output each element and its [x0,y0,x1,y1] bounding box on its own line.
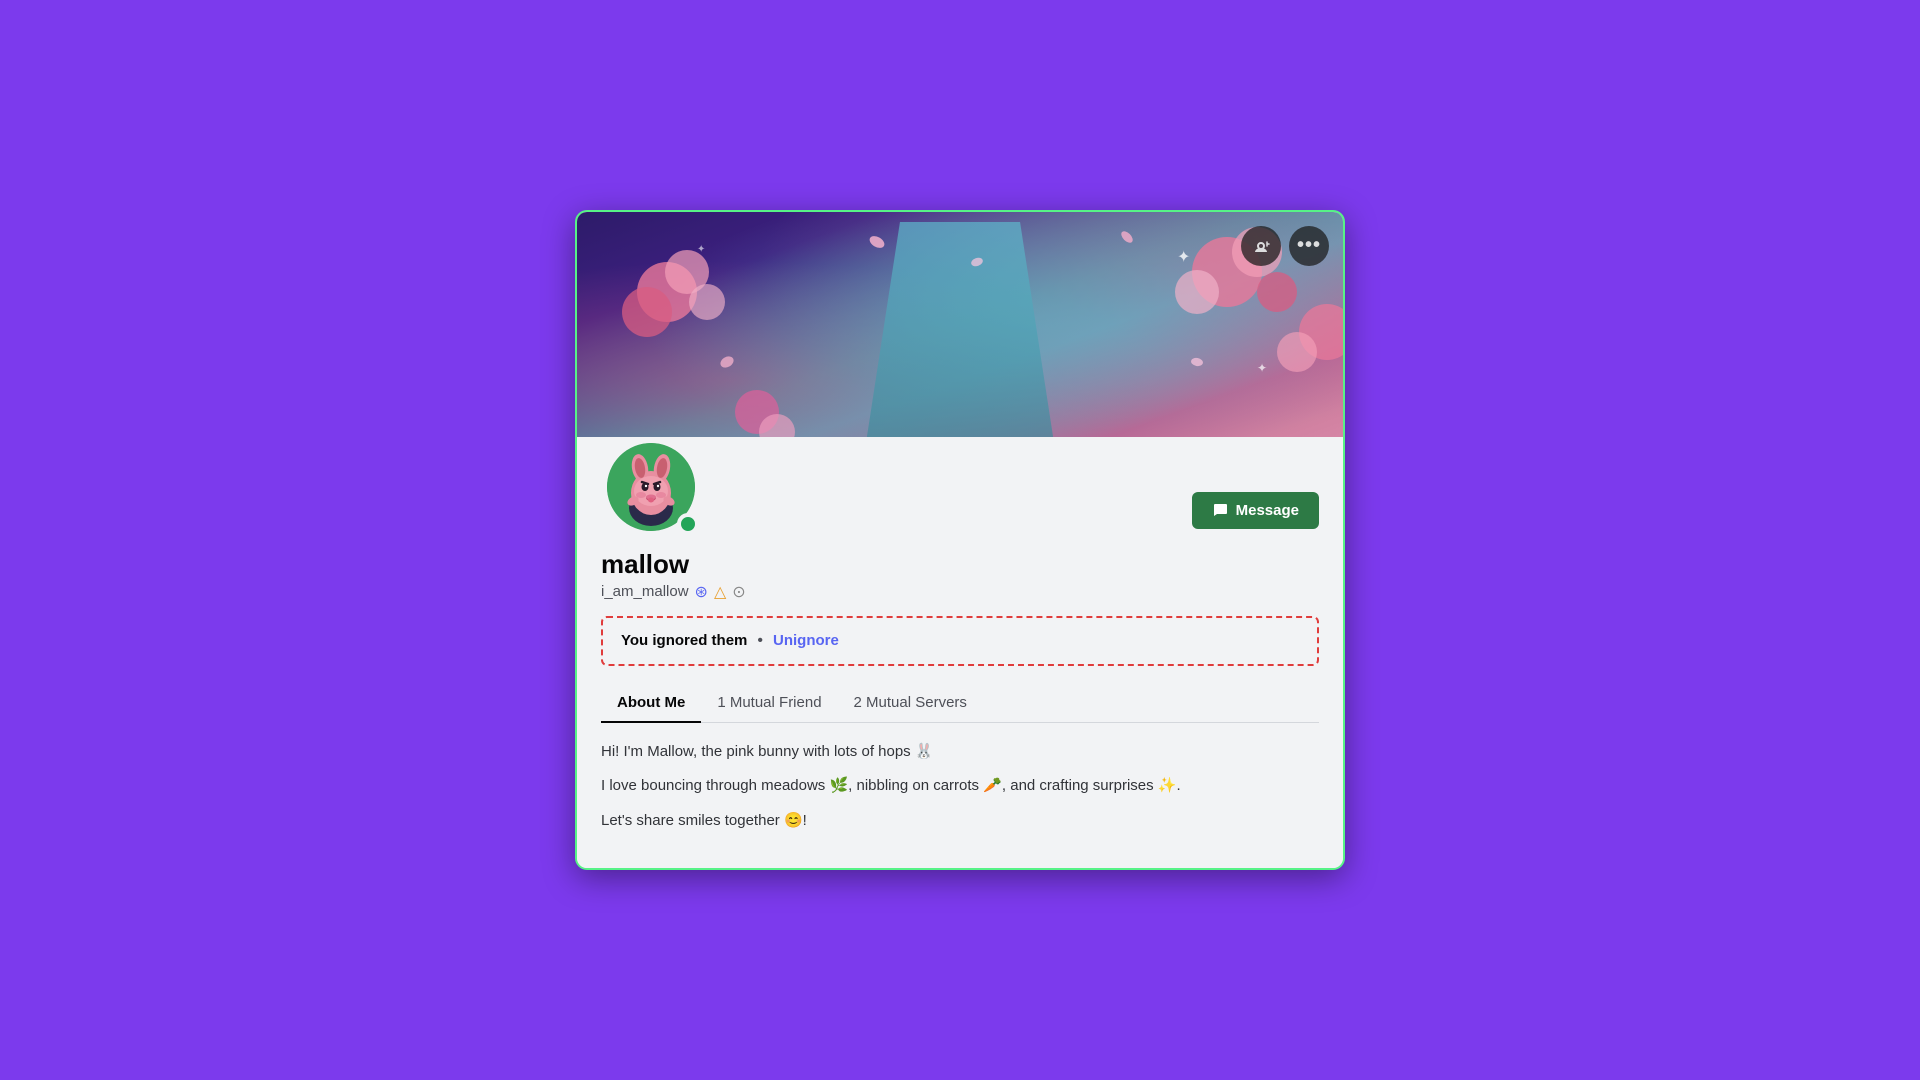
username-handle: i_am_mallow ⊛ △ ⊙ [601,582,1319,602]
bio-line-1: Hi! I'm Mallow, the pink bunny with lots… [601,741,1319,764]
tab-mutual-friend[interactable]: 1 Mutual Friend [701,684,837,723]
more-options-button[interactable]: ••• [1289,226,1329,266]
display-name: mallow [601,549,1319,580]
tab-mutual-servers[interactable]: 2 Mutual Servers [838,684,983,723]
add-friend-button[interactable] [1241,226,1281,266]
more-options-icon: ••• [1297,234,1321,257]
unignore-link[interactable]: Unignore [773,632,839,649]
ignored-text: You ignored them [621,632,747,649]
ignored-banner: You ignored them • Unignore [601,616,1319,666]
badge-3: ⊙ [732,582,745,602]
badge-2: △ [714,582,726,602]
profile-section: Message mallow i_am_mallow ⊛ △ ⊙ You ign… [577,437,1343,869]
banner-actions: ••• [1241,226,1329,266]
bio-section: Hi! I'm Mallow, the pink bunny with lots… [601,741,1319,869]
profile-card: ✦ ✦ ✦ ••• [575,210,1345,871]
bio-line-2: I love bouncing through meadows 🌿, nibbl… [601,775,1319,798]
message-button[interactable]: Message [1192,492,1319,529]
tab-about-me[interactable]: About Me [601,684,701,723]
message-icon [1212,502,1228,518]
profile-tabs: About Me 1 Mutual Friend 2 Mutual Server… [601,684,1319,723]
avatar-wrapper [601,437,701,537]
bio-line-3: Let's share smiles together 😊! [601,810,1319,833]
separator: • [757,632,763,650]
avatar-row: Message [601,437,1319,537]
badge-1: ⊛ [695,582,708,602]
status-indicator [677,513,699,535]
